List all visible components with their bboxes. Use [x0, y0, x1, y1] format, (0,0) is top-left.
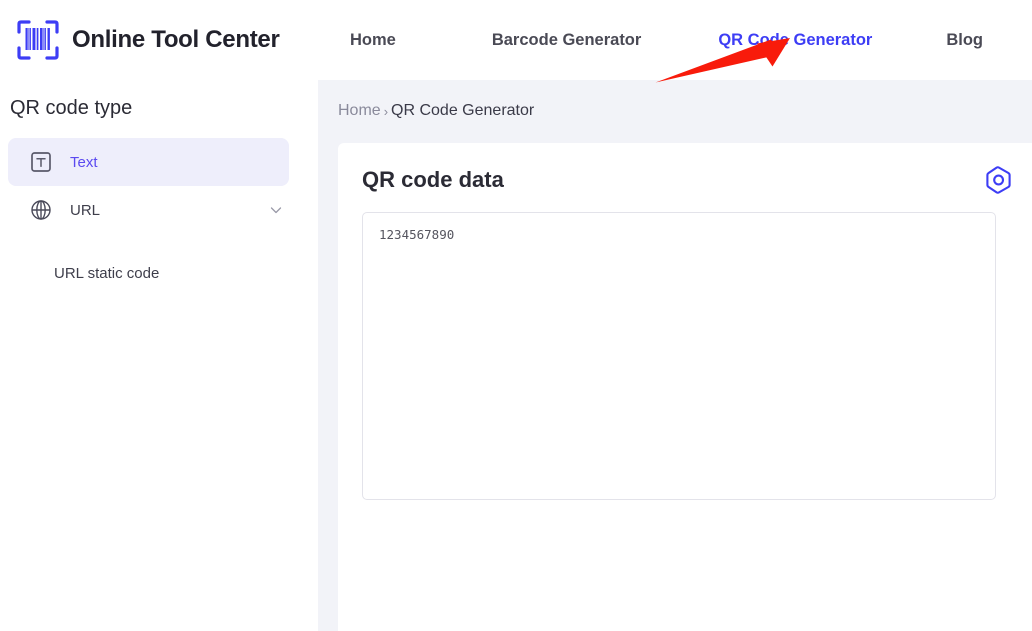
main-content: Home › QR Code Generator QR code data [318, 80, 1032, 631]
text-box-icon [31, 152, 51, 172]
sidebar-title: QR code type [10, 97, 133, 119]
sidebar-item-text-label: Text [70, 153, 98, 171]
globe-icon [31, 200, 51, 220]
sidebar-item-url[interactable]: URL [8, 186, 289, 234]
qr-data-card: QR code data [338, 143, 1032, 631]
nav-item-barcode-generator[interactable]: Barcode Generator [492, 31, 641, 50]
qr-data-card-header: QR code data [338, 143, 1032, 195]
sidebar-item-url-label: URL [70, 201, 101, 219]
hexagon-settings-icon [986, 166, 1011, 194]
page-title: QR code data [362, 167, 504, 192]
chevron-down-icon[interactable] [269, 203, 283, 217]
qr-type-list: Text URL URL static code [0, 138, 318, 294]
brand-name: Online Tool Center [72, 26, 280, 53]
breadcrumb-current: QR Code Generator [391, 102, 535, 119]
nav-item-qr-code-generator[interactable]: QR Code Generator [718, 31, 872, 50]
nav-item-blog[interactable]: Blog [946, 31, 983, 50]
nav-item-home[interactable]: Home [350, 31, 396, 50]
breadcrumb: Home › QR Code Generator [318, 80, 1032, 120]
site-header: Online Tool Center Home Barcode Generato… [0, 0, 1032, 80]
barcode-scanner-icon [17, 20, 59, 60]
breadcrumb-separator: › [383, 103, 389, 119]
sidebar: QR code type Text URL URL static code [0, 80, 318, 631]
main-nav: Home Barcode Generator QR Code Generator… [318, 0, 1032, 80]
qr-settings-button[interactable] [984, 165, 1014, 195]
sidebar-subitem-url-static-code[interactable]: URL static code [0, 254, 318, 294]
breadcrumb-home[interactable]: Home [338, 102, 381, 120]
sidebar-item-text[interactable]: Text [8, 138, 289, 186]
qr-code-data-input[interactable] [362, 212, 996, 500]
brand-logo[interactable]: Online Tool Center [0, 19, 318, 61]
